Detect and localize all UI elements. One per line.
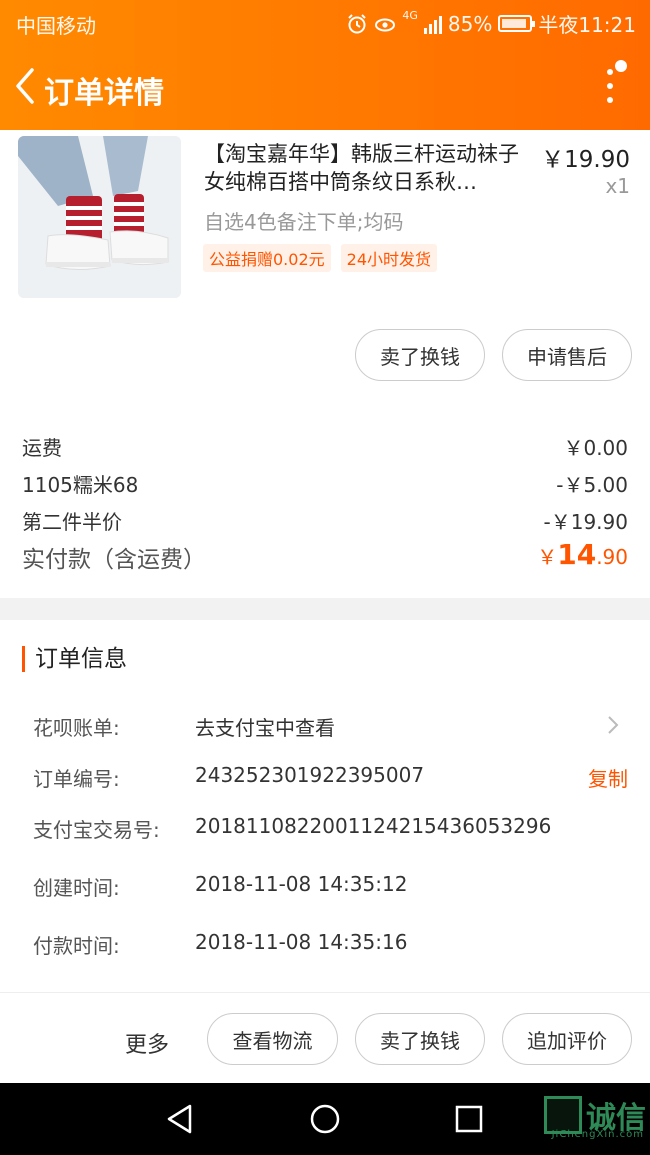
status-bar: 中国移动 4G 85% 半夜11:21 [0,0,650,45]
fee-value: -￥19.90 [543,510,628,534]
bottom-action-bar: 更多 查看物流 卖了换钱 追加评价 [0,992,650,1083]
battery-percent: 85% [447,11,493,36]
app-header: 中国移动 4G 85% 半夜11:21 订单详情 [0,0,650,130]
back-arrow-icon[interactable] [10,64,42,108]
total-amount: ￥14.90 [537,538,628,571]
order-info-section: 订单信息 花呗账单: 去支付宝中查看 订单编号: 243252301922395… [0,620,650,992]
product-quantity: x1 [605,174,630,198]
network-type-label: 4G [402,9,418,22]
sell-button[interactable]: 卖了换钱 [355,329,485,381]
alarm-icon [348,13,367,33]
product-title[interactable]: 【淘宝嘉年华】韩版三杆运动袜子女纯棉百搭中筒条纹日系秋… [204,140,534,196]
signal-icon [423,14,442,34]
sell-button-bottom[interactable]: 卖了换钱 [355,1013,485,1065]
back-triangle-icon[interactable] [165,1103,195,1135]
info-key: 付款时间: [33,934,120,958]
product-card[interactable]: 【淘宝嘉年华】韩版三杆运动袜子女纯棉百搭中筒条纹日系秋… ￥19.90 x1 自… [0,130,650,400]
fee-label: 1105糯米68 [22,473,139,497]
info-key: 创建时间: [33,876,120,900]
view-logistics-button[interactable]: 查看物流 [207,1013,338,1065]
total-label: 实付款（含运费） [22,547,206,573]
after-sale-button[interactable]: 申请售后 [502,329,632,381]
product-thumbnail[interactable] [18,136,181,298]
more-options-icon[interactable] [600,58,630,114]
info-value: 去支付宝中查看 [195,716,335,740]
info-value: 243252301922395007 [195,763,425,787]
section-divider [0,598,650,620]
status-indicators: 4G 85% 半夜11:21 [346,9,636,38]
product-tags: 公益捐赠0.02元 24小时发货 [203,244,438,272]
add-review-button[interactable]: 追加评价 [502,1013,632,1065]
info-key: 订单编号: [33,767,120,791]
chevron-right-icon [608,716,619,734]
tag-charity: 公益捐赠0.02元 [203,244,331,272]
more-button[interactable]: 更多 [125,1027,169,1059]
fee-value: ￥0.00 [563,436,628,460]
copy-button[interactable]: 复制 [588,763,628,792]
info-value: 2018110822001124215436053296 [195,814,552,838]
page-title: 订单详情 [44,76,164,111]
home-circle-icon[interactable] [309,1103,341,1135]
system-navigation-bar: 诚信 JiChengXin.com [0,1083,650,1155]
battery-icon [498,15,536,32]
fee-label: 运费 [22,436,62,460]
fee-value: -￥5.00 [556,473,628,497]
nav-bar: 订单详情 [0,50,650,126]
eye-comfort-icon [375,18,396,31]
info-key: 支付宝交易号: [33,818,160,842]
watermark-url: JiChengXin.com [551,1129,644,1140]
carrier-label: 中国移动 [16,14,96,38]
product-price: ￥19.90 [541,147,630,173]
order-info-title: 订单信息 [22,646,127,672]
currency-symbol: ￥ [537,545,558,569]
recents-square-icon[interactable] [454,1104,484,1134]
fee-label: 第二件半价 [22,510,122,534]
info-value: 2018-11-08 14:35:16 [195,930,408,954]
clock: 半夜11:21 [538,13,636,37]
tag-shipping: 24小时发货 [340,244,438,272]
total-decimal: .90 [596,545,628,569]
info-value: 2018-11-08 14:35:12 [195,872,408,896]
total-integer: 14 [557,538,597,571]
info-key: 花呗账单: [33,716,120,740]
product-sku: 自选4色备注下单;均码 [204,210,404,234]
